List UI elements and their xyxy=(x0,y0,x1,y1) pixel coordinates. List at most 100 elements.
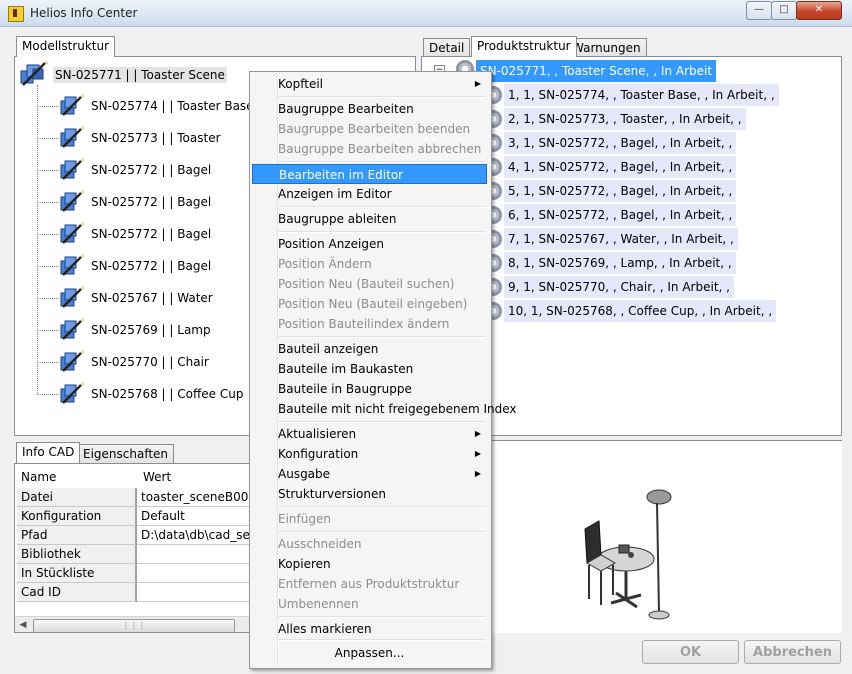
menu-item-label: Kopfteil xyxy=(278,77,323,91)
close-icon[interactable]: ✕ xyxy=(796,1,842,20)
tree-item-label[interactable]: SN-025774 | | Toaster Base xyxy=(91,99,254,113)
menu-item[interactable]: Baugruppe Bearbeiten xyxy=(252,99,487,119)
product-row[interactable]: 5, 1, SN-025772, , Bagel, , In Arbeit, , xyxy=(504,180,737,202)
product-row[interactable]: 9, 1, SN-025770, , Chair, , In Arbeit, , xyxy=(504,276,734,298)
tree-item-label[interactable]: SN-025772 | | Bagel xyxy=(91,259,211,273)
tree-item-label[interactable]: SN-025773 | | Toaster xyxy=(91,131,221,145)
menu-item-label: Baugruppe Bearbeiten abbrechen xyxy=(278,142,482,156)
menu-item[interactable]: Anpassen... xyxy=(252,643,487,663)
product-row[interactable]: 2, 1, SN-025773, , Toaster, , In Arbeit,… xyxy=(504,108,746,130)
part-icon xyxy=(59,253,85,277)
menu-item-label: Anpassen... xyxy=(334,646,405,660)
menu-item[interactable]: Position Anzeigen xyxy=(252,234,487,254)
menu-item[interactable]: Ausgabe ▶ xyxy=(252,464,487,484)
tree-item-label[interactable]: SN-025772 | | Bagel xyxy=(91,163,211,177)
menu-item-label: Position Neu (Bauteil eingeben) xyxy=(278,297,468,311)
app-icon xyxy=(8,6,24,22)
menu-item[interactable]: Position Neu (Bauteil suchen) xyxy=(252,274,487,294)
menu-item[interactable]: Bauteil anzeigen xyxy=(252,339,487,359)
submenu-arrow-icon: ▶ xyxy=(474,79,481,88)
menu-item[interactable]: Bauteile im Baukasten xyxy=(252,359,487,379)
window-title: Helios Info Center xyxy=(30,6,138,20)
menu-item-label: Umbenennen xyxy=(278,597,359,611)
menu-item-label: Baugruppe Bearbeiten xyxy=(278,102,414,116)
menu-item-label: Position Neu (Bauteil suchen) xyxy=(278,277,455,291)
menu-item-label: Baugruppe Bearbeiten beenden xyxy=(278,122,471,136)
submenu-arrow-icon: ▶ xyxy=(474,429,481,438)
menu-item[interactable]: Bauteile in Baugruppe xyxy=(252,379,487,399)
menu-item[interactable]: Strukturversionen xyxy=(252,484,487,504)
menu-item[interactable]: Aktualisieren ▶ xyxy=(252,424,487,444)
menu-item[interactable]: Baugruppe Bearbeiten beenden xyxy=(252,119,487,139)
part-icon xyxy=(59,285,85,309)
tree-item-label[interactable]: SN-025769 | | Lamp xyxy=(91,323,211,337)
menu-item[interactable]: Alles markieren xyxy=(252,619,487,639)
ok-button[interactable]: OK xyxy=(642,640,739,664)
property-name: Pfad xyxy=(17,526,137,545)
column-header-name[interactable]: Name xyxy=(17,468,137,487)
menu-item-label: Position Ändern xyxy=(278,257,372,271)
menu-item[interactable]: Ausschneiden xyxy=(252,534,487,554)
menu-item-label: Bearbeiten im Editor xyxy=(279,168,404,182)
menu-item[interactable]: Bauteile mit nicht freigegebenem Index xyxy=(252,399,517,419)
product-row[interactable]: 7, 1, SN-025767, , Water, , In Arbeit, , xyxy=(504,228,738,250)
tab-eigenschaften[interactable]: Eigenschaften xyxy=(77,444,175,463)
menu-item-label: Kopieren xyxy=(278,557,331,571)
tree-item-label[interactable]: SN-025772 | | Bagel xyxy=(91,195,211,209)
menu-item[interactable]: Umbenennen xyxy=(252,594,487,614)
part-icon xyxy=(59,125,85,149)
property-name: Konfiguration xyxy=(17,507,137,526)
submenu-arrow-icon: ▶ xyxy=(474,469,481,478)
menu-item-label: Bauteile in Baugruppe xyxy=(278,382,412,396)
part-icon xyxy=(59,157,85,181)
menu-item-label: Ausgabe xyxy=(278,467,331,481)
menu-item[interactable]: Anzeigen im Editor xyxy=(252,184,487,204)
tree-item-label[interactable]: SN-025768 | | Coffee Cup xyxy=(91,387,243,401)
menu-item-label: Bauteile mit nicht freigegebenem Index xyxy=(278,402,517,416)
menu-item-label: Aktualisieren xyxy=(278,427,357,441)
tree-item-label[interactable]: SN-025772 | | Bagel xyxy=(91,227,211,241)
product-row[interactable]: 8, 1, SN-025769, , Lamp, , In Arbeit, , xyxy=(504,252,736,274)
abbrechen-button[interactable]: Abbrechen xyxy=(744,640,841,664)
menu-item[interactable]: Kopieren xyxy=(252,554,487,574)
menu-item-label: Ausschneiden xyxy=(278,537,362,551)
tab-info-cad[interactable]: Info CAD xyxy=(16,442,81,463)
menu-item[interactable]: Position Ändern xyxy=(252,254,487,274)
product-row[interactable]: 4, 1, SN-025772, , Bagel, , In Arbeit, , xyxy=(504,156,737,178)
scroll-thumb[interactable]: ⋮⋮⋮ xyxy=(33,619,235,632)
menu-item[interactable]: Baugruppe Bearbeiten abbrechen xyxy=(252,139,487,159)
menu-item[interactable]: Position Bauteilindex ändern xyxy=(252,314,487,334)
product-row[interactable]: 3, 1, SN-025772, , Bagel, , In Arbeit, , xyxy=(504,132,737,154)
menu-item-label: Position Anzeigen xyxy=(278,237,384,251)
maximize-icon[interactable]: □ xyxy=(771,1,797,20)
tree-item-label[interactable]: SN-025770 | | Chair xyxy=(91,355,209,369)
menu-item-label: Baugruppe ableiten xyxy=(278,212,397,226)
menu-item[interactable]: Bearbeiten im Editor xyxy=(252,164,487,184)
part-icon xyxy=(59,381,85,405)
context-menu: Kopfteil ▶ Baugruppe Bearbeiten Baugruppe B… xyxy=(249,71,517,669)
product-row[interactable]: 10, 1, SN-025768, , Coffee Cup, , In Arb… xyxy=(504,300,777,322)
assembly-root-icon xyxy=(19,61,48,86)
tab-produktstruktur[interactable]: Produktstruktur xyxy=(471,36,577,57)
tab-detail[interactable]: Detail xyxy=(423,38,471,57)
product-row[interactable]: 1, 1, SN-025774, , Toaster Base, , In Ar… xyxy=(504,84,779,106)
menu-item-label: Bauteil anzeigen xyxy=(278,342,379,356)
menu-item[interactable]: Konfiguration ▶ xyxy=(252,444,487,464)
product-root-row[interactable]: SN-025771, , Toaster Scene, , In Arbeit xyxy=(476,60,717,82)
product-row[interactable]: 6, 1, SN-025772, , Bagel, , In Arbeit, , xyxy=(504,204,737,226)
minimize-icon[interactable]: — xyxy=(746,1,772,20)
menu-item[interactable]: Baugruppe ableiten xyxy=(252,209,487,229)
menu-item[interactable]: Kopfteil ▶ xyxy=(252,74,487,94)
menu-item[interactable]: Entfernen aus Produktstruktur xyxy=(252,574,487,594)
menu-item-label: Entfernen aus Produktstruktur xyxy=(278,577,460,591)
menu-item[interactable]: Position Neu (Bauteil eingeben) xyxy=(252,294,487,314)
tab-warnungen[interactable]: Warnungen xyxy=(566,38,647,57)
tab-modellstruktur[interactable]: Modellstruktur xyxy=(16,36,116,57)
menu-item[interactable]: Einfügen xyxy=(252,509,487,529)
property-name: Datei xyxy=(17,488,137,507)
menu-item-label: Alles markieren xyxy=(278,622,372,636)
part-icon xyxy=(59,349,85,373)
tree-root-label[interactable]: SN-025771 | | Toaster Scene xyxy=(53,67,227,83)
scroll-left-icon[interactable]: ◀ xyxy=(15,617,31,632)
tree-item-label[interactable]: SN-025767 | | Water xyxy=(91,291,213,305)
